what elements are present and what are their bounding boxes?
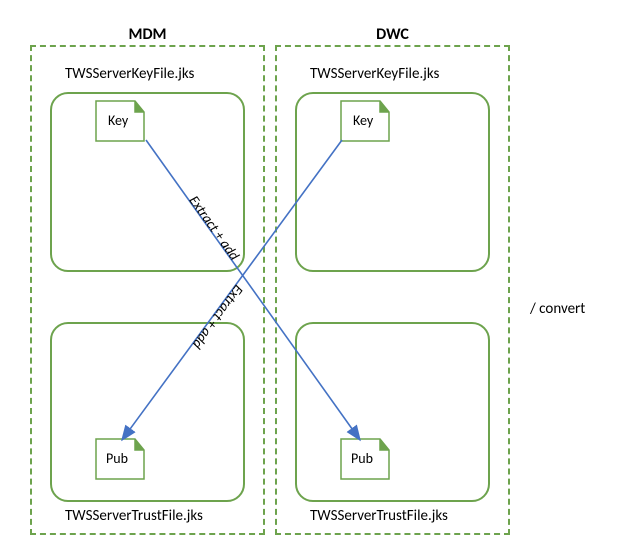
dwc-keyfile-label: TWSServerKeyFile.jks (310, 65, 439, 83)
mdm-pub-box (50, 322, 245, 502)
convert-label: / convert (530, 300, 585, 318)
dwc-pub-label: Pub (351, 450, 373, 467)
mdm-title: MDM (32, 25, 263, 44)
mdm-keyfile-label: TWSServerKeyFile.jks (65, 65, 194, 83)
mdm-pub-label: Pub (106, 450, 128, 467)
dwc-key-label: Key (353, 112, 373, 129)
dwc-trustfile-label: TWSServerTrustFile.jks (310, 507, 448, 525)
mdm-trustfile-label: TWSServerTrustFile.jks (65, 507, 203, 525)
mdm-key-label: Key (108, 112, 128, 129)
mdm-key-box (50, 92, 245, 272)
dwc-pub-box (295, 322, 490, 502)
dwc-key-box (295, 92, 490, 272)
dwc-title: DWC (277, 25, 508, 44)
